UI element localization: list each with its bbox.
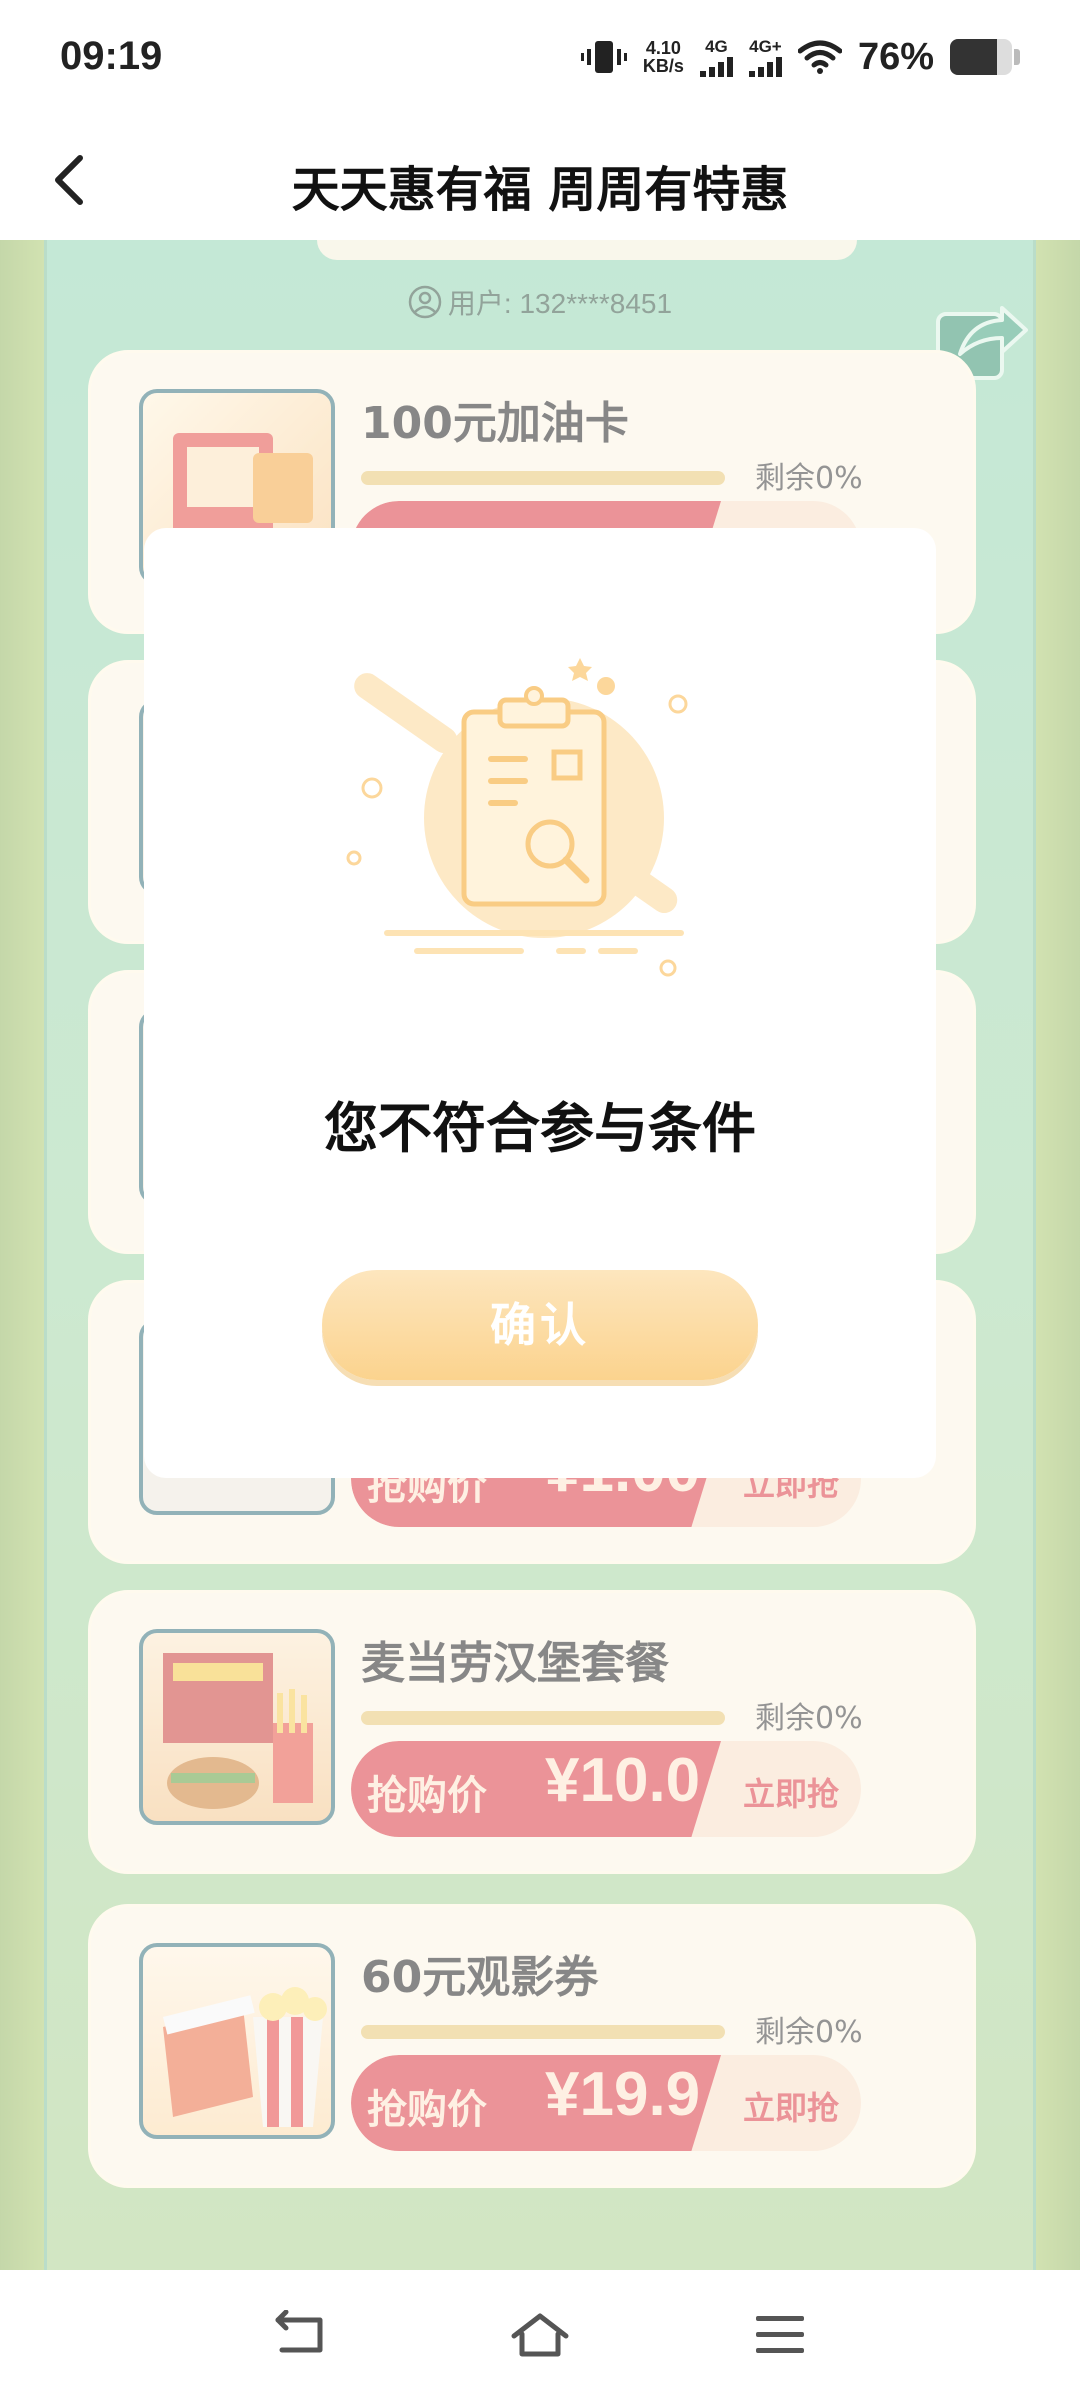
clipboard-search-icon <box>346 658 688 977</box>
battery-percent: 76% <box>857 35 934 78</box>
confirm-button[interactable]: 确认 <box>322 1270 758 1380</box>
system-nav-bar <box>0 2270 1080 2400</box>
signal-bars-icon <box>699 57 733 77</box>
net-speed-unit: KB/s <box>642 56 684 76</box>
home-nav-icon[interactable] <box>510 2310 570 2360</box>
ineligible-dialog: 您不符合参与条件 确认 <box>144 528 936 1478</box>
signal-sim2: 4G+ <box>748 37 782 77</box>
battery-cap <box>1014 49 1020 65</box>
battery-icon <box>950 39 1012 75</box>
back-nav-icon[interactable] <box>270 2310 330 2360</box>
signal-sim1: 4G <box>699 37 733 77</box>
dialog-message: 您不符合参与条件 <box>324 1097 756 1160</box>
sim1-label: 4G <box>705 37 728 56</box>
status-bar: 09:19 4.10 KB/s 4G 4G+ 76% <box>0 0 1080 120</box>
status-icons: 4.10 KB/s 4G 4G+ 76% <box>580 32 1020 82</box>
vibrate-icon <box>580 41 627 73</box>
wifi-icon <box>797 40 842 74</box>
sim2-label: 4G+ <box>749 37 782 56</box>
status-time: 09:19 <box>60 34 163 78</box>
menu-nav-icon[interactable] <box>750 2310 810 2360</box>
net-speed-value: 4.10 <box>645 38 681 58</box>
signal-bars-icon <box>748 57 782 77</box>
app-header: 天天惠有福 周周有特惠 <box>0 120 1080 240</box>
net-speed: 4.10 KB/s <box>643 39 684 75</box>
page-title: 天天惠有福 周周有特惠 <box>291 162 789 218</box>
